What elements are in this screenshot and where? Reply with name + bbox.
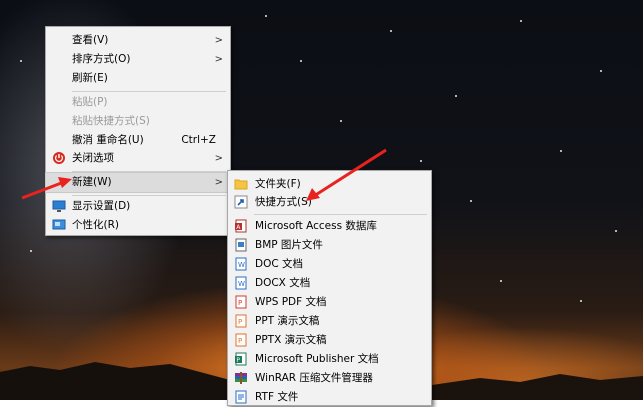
access-icon: A xyxy=(234,219,248,233)
menu-item-sort-by[interactable]: 排序方式(O) > xyxy=(46,50,230,69)
menu-item-undo-rename[interactable]: 撤消 重命名(U) Ctrl+Z xyxy=(46,131,230,150)
power-icon xyxy=(52,151,66,165)
publisher-icon: P xyxy=(234,352,248,366)
menu-item-shortcut: Ctrl+Z xyxy=(181,134,216,146)
docx-icon: W xyxy=(234,276,248,290)
menu-item-label: 查看(V) xyxy=(72,34,109,46)
submenu-item-access[interactable]: A Microsoft Access 数据库 xyxy=(228,217,431,236)
menu-item-personalize[interactable]: 个性化(R) xyxy=(46,216,230,235)
svg-text:P: P xyxy=(238,318,242,326)
submenu-item-docx[interactable]: W DOCX 文档 xyxy=(228,274,431,293)
menu-item-label: Microsoft Access 数据库 xyxy=(255,220,377,232)
menu-item-label: 个性化(R) xyxy=(72,219,119,231)
submenu-item-rtf[interactable]: RTF 文件 xyxy=(228,388,431,407)
menu-item-label: 文件夹(F) xyxy=(255,178,301,190)
menu-item-label: PPTX 演示文稿 xyxy=(255,334,327,346)
menu-item-label: 新建(W) xyxy=(72,176,112,188)
svg-text:W: W xyxy=(238,261,245,269)
submenu-item-doc[interactable]: W DOC 文档 xyxy=(228,255,431,274)
menu-item-display-settings[interactable]: 显示设置(D) xyxy=(46,197,230,216)
svg-text:P: P xyxy=(238,299,242,307)
pdf-icon: P xyxy=(234,295,248,309)
shortcut-icon xyxy=(234,195,248,209)
chevron-right-icon: > xyxy=(214,35,223,46)
desktop-context-menu: 查看(V) > 排序方式(O) > 刷新(E) 粘贴(P) 粘贴快捷方式(S) … xyxy=(45,26,231,236)
menu-separator xyxy=(72,171,226,172)
menu-item-paste-shortcut[interactable]: 粘贴快捷方式(S) xyxy=(46,112,230,131)
menu-item-close-options[interactable]: 关闭选项 > xyxy=(46,149,230,168)
display-icon xyxy=(52,199,66,213)
submenu-item-ppt[interactable]: P PPT 演示文稿 xyxy=(228,312,431,331)
submenu-item-winrar[interactable]: WinRAR 压缩文件管理器 xyxy=(228,369,431,388)
menu-item-label: 刷新(E) xyxy=(72,72,108,84)
menu-separator xyxy=(72,91,226,92)
doc-icon: W xyxy=(234,257,248,271)
rtf-icon xyxy=(234,390,248,404)
svg-text:W: W xyxy=(238,280,245,288)
menu-item-label: RTF 文件 xyxy=(255,391,299,403)
new-submenu: 文件夹(F) 快捷方式(S) A Microsoft Access 数据库 BM… xyxy=(227,170,432,406)
menu-item-view[interactable]: 查看(V) > xyxy=(46,31,230,50)
submenu-item-publisher[interactable]: P Microsoft Publisher 文档 xyxy=(228,350,431,369)
ppt-icon: P xyxy=(234,314,248,328)
menu-item-new[interactable]: 新建(W) > xyxy=(45,172,231,193)
menu-item-label: BMP 图片文件 xyxy=(255,239,323,251)
submenu-item-bmp[interactable]: BMP 图片文件 xyxy=(228,236,431,255)
bmp-icon xyxy=(234,238,248,252)
menu-item-refresh[interactable]: 刷新(E) xyxy=(46,69,230,88)
menu-item-label: DOCX 文档 xyxy=(255,277,311,289)
menu-item-label: 快捷方式(S) xyxy=(255,196,312,208)
pptx-icon: P xyxy=(234,333,248,347)
menu-item-label: Microsoft Publisher 文档 xyxy=(255,353,379,365)
menu-separator xyxy=(254,214,427,215)
menu-item-label: 撤消 重命名(U) xyxy=(72,134,144,146)
menu-item-label: 粘贴快捷方式(S) xyxy=(72,115,150,127)
menu-item-label: 排序方式(O) xyxy=(72,53,131,65)
submenu-item-wps-pdf[interactable]: P WPS PDF 文档 xyxy=(228,293,431,312)
menu-item-label: WPS PDF 文档 xyxy=(255,296,327,308)
svg-text:P: P xyxy=(238,337,242,345)
chevron-right-icon: > xyxy=(214,153,223,164)
menu-item-paste[interactable]: 粘贴(P) xyxy=(46,93,230,112)
menu-item-label: 粘贴(P) xyxy=(72,96,108,108)
menu-item-label: 显示设置(D) xyxy=(72,200,131,212)
folder-icon xyxy=(234,177,248,191)
svg-text:P: P xyxy=(236,357,240,364)
menu-item-label: DOC 文档 xyxy=(255,258,304,270)
chevron-right-icon: > xyxy=(214,177,223,188)
menu-item-label: 关闭选项 xyxy=(72,152,114,164)
chevron-right-icon: > xyxy=(214,54,223,65)
submenu-item-folder[interactable]: 文件夹(F) xyxy=(228,175,431,194)
submenu-item-shortcut[interactable]: 快捷方式(S) xyxy=(228,193,431,212)
personalize-icon xyxy=(52,218,66,232)
submenu-item-pptx[interactable]: P PPTX 演示文稿 xyxy=(228,331,431,350)
menu-item-label: WinRAR 压缩文件管理器 xyxy=(255,372,373,384)
winrar-icon xyxy=(234,371,248,385)
menu-separator xyxy=(72,195,226,196)
menu-item-label: PPT 演示文稿 xyxy=(255,315,320,327)
